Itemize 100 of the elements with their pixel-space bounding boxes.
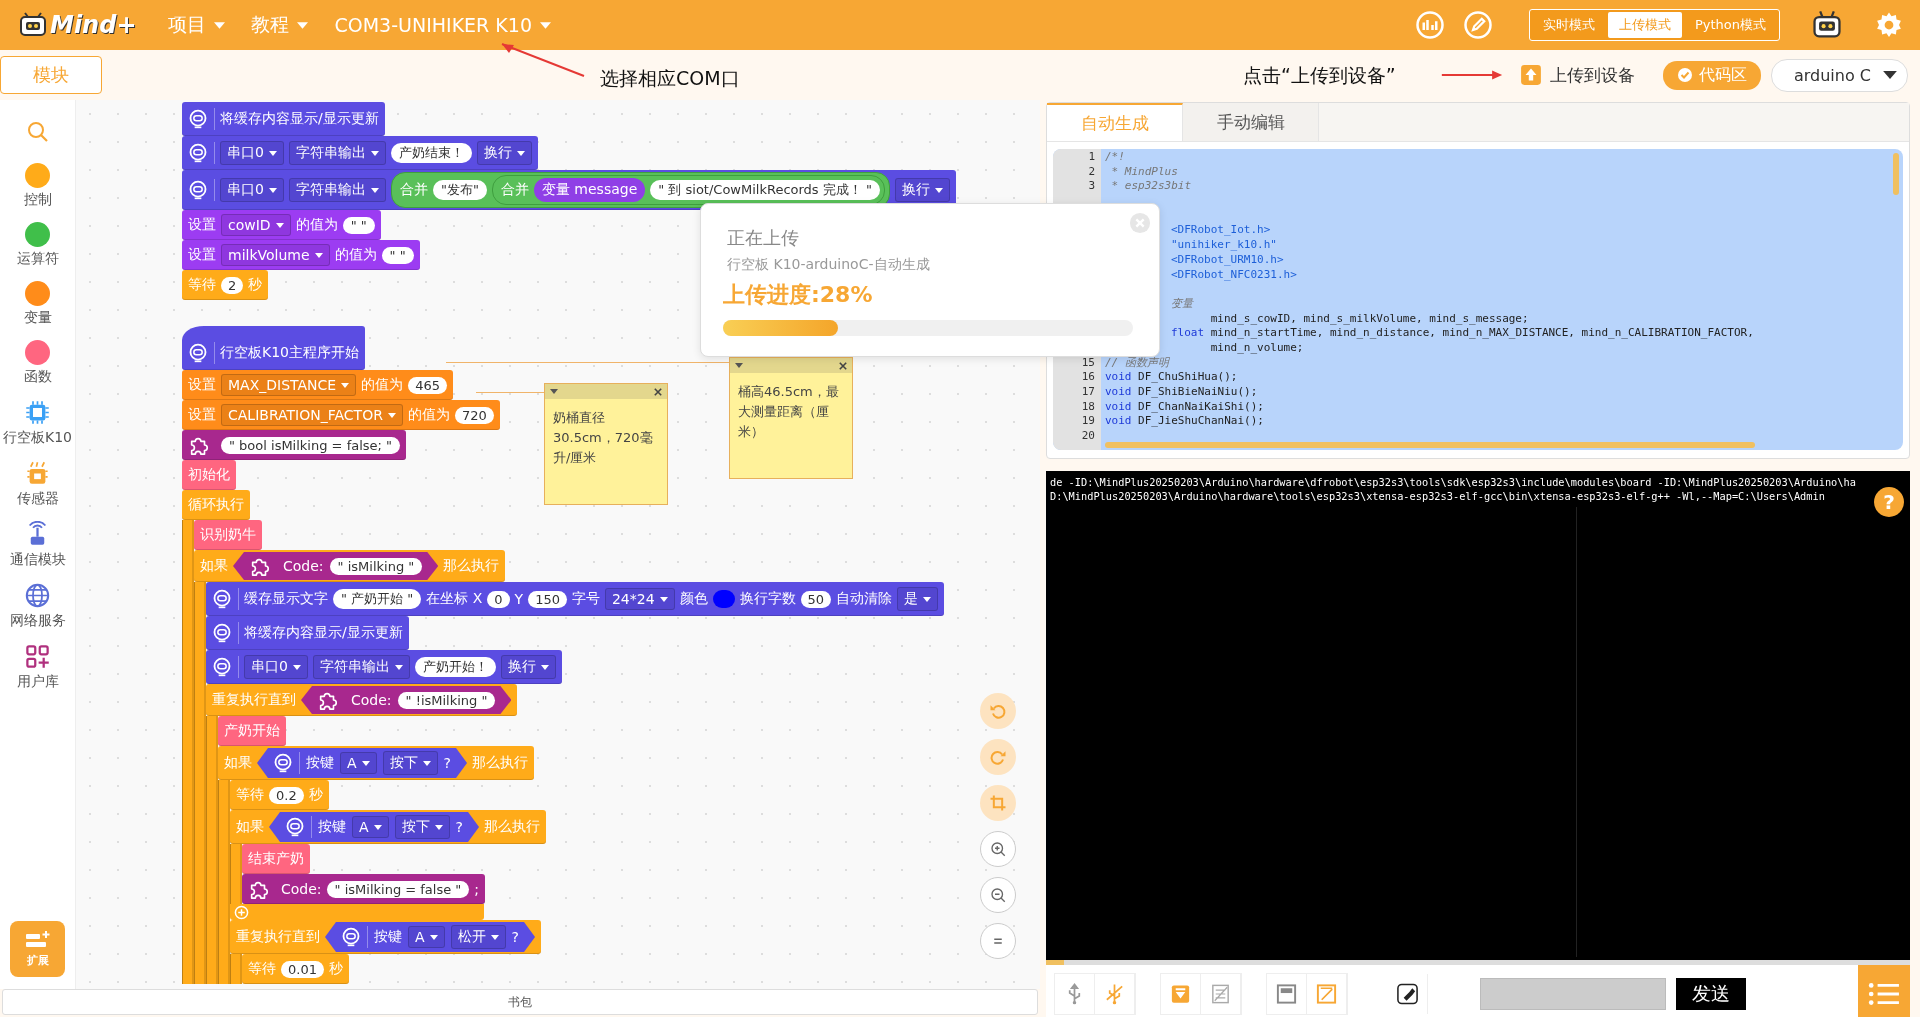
caret-icon[interactable] xyxy=(735,363,743,368)
category-label[interactable]: 通信模块 xyxy=(9,551,66,569)
category-label[interactable]: 运算符 xyxy=(16,250,59,268)
send-button[interactable]: 发送 xyxy=(1676,978,1746,1010)
number-field[interactable]: 2 xyxy=(221,276,244,294)
scrollbar[interactable] xyxy=(1046,960,1910,965)
text-field[interactable]: " !isMilking " xyxy=(397,691,496,709)
caret-icon[interactable] xyxy=(550,389,558,394)
control-block[interactable]: 等待 2 秒 xyxy=(182,270,269,300)
color-swatch[interactable] xyxy=(712,590,735,608)
control-block[interactable]: 如果 Code: " isMilking " 那么执行 xyxy=(194,550,506,582)
chart-icon[interactable] xyxy=(1414,10,1445,40)
send-input-field[interactable] xyxy=(1480,978,1666,1010)
search-icon[interactable] xyxy=(25,120,50,144)
scrollbar[interactable] xyxy=(1105,442,1755,448)
grid-icon[interactable] xyxy=(24,643,51,670)
dropdown[interactable]: 换行 xyxy=(500,655,556,679)
code-block[interactable]: Code: " isMilking = false " ; xyxy=(242,874,486,904)
set-variable-block[interactable]: 设置 milkVolume 的值为 " " xyxy=(182,240,420,270)
category-dot[interactable] xyxy=(25,222,50,247)
undo-icon[interactable] xyxy=(980,693,1016,729)
sticky-note[interactable]: 桶高46.5cm，最大测量距离（厘米） xyxy=(729,357,853,479)
category-dot[interactable] xyxy=(25,281,50,306)
crop-icon[interactable] xyxy=(980,785,1016,821)
set-variable-block[interactable]: 设置 MAX_DISTANCE 的值为 465 xyxy=(182,370,453,400)
dropdown[interactable]: A xyxy=(340,752,377,774)
dropdown[interactable]: 串口0 xyxy=(244,655,308,679)
board-block[interactable]: 串口0 字符串输出 合并 "发布" 合并 变量 message " 到 siot/CowMilkRecords 完成！ " 换行 xyxy=(182,170,956,210)
category-label[interactable]: 传感器 xyxy=(16,490,59,508)
dropdown[interactable]: A xyxy=(352,816,389,838)
text-field[interactable]: " 到 siot/CowMilkRecords 完成！ " xyxy=(650,180,880,200)
code-editor[interactable] xyxy=(1053,149,1903,450)
dropdown[interactable]: 字符串输出 xyxy=(288,141,386,165)
board-block[interactable]: 串口0 字符串输出 产奶结束！ 换行 xyxy=(182,136,538,170)
condition-block[interactable]: 按键 A 松开 ? xyxy=(325,922,535,952)
category-label[interactable]: 变量 xyxy=(23,309,52,327)
dropdown[interactable]: 换行 xyxy=(894,178,950,202)
category-dot[interactable] xyxy=(25,340,50,365)
dropdown[interactable]: 是 xyxy=(897,587,939,611)
control-block[interactable]: 等待 0.2 秒 xyxy=(230,780,329,810)
add-icon[interactable] xyxy=(234,904,249,920)
join-reporter[interactable]: 合并 变量 message " 到 siot/CowMilkRecords 完成！ " xyxy=(491,175,885,205)
control-block[interactable]: 等待 0.01 秒 xyxy=(242,954,349,984)
menu-icon[interactable] xyxy=(1858,965,1910,1017)
text-field[interactable]: 产奶结束！ xyxy=(390,143,472,163)
join-reporter[interactable]: 合并 "发布" 合并 变量 message " 到 siot/CowMilkRecords 完成！ " xyxy=(390,172,890,208)
dropdown[interactable]: 串口0 xyxy=(220,178,284,202)
control-block[interactable]: 重复执行直到 按键 A 松开 ? xyxy=(230,920,541,954)
variable-reporter[interactable]: 变量 message xyxy=(533,178,646,202)
language-dropdown[interactable]: arduino C xyxy=(1770,58,1908,92)
code-tab[interactable]: 手动编辑 xyxy=(1183,103,1319,141)
hat-block[interactable]: 行空板K10主程序开始 xyxy=(182,326,365,370)
dropdown[interactable]: A xyxy=(408,926,445,948)
condition-block[interactable]: 按键 A 按下 ? xyxy=(269,812,479,842)
backpack-bar[interactable]: 书包 xyxy=(2,989,1038,1015)
close-icon[interactable] xyxy=(654,387,662,396)
text-field[interactable]: "发布" xyxy=(432,180,487,200)
condition-block[interactable]: 按键 A 按下 ? xyxy=(257,748,467,778)
dropdown[interactable]: 按下 xyxy=(394,815,450,839)
category-label[interactable]: 控制 xyxy=(23,191,52,209)
sticky-note[interactable]: 奶桶直径30.5cm，720毫升/厘米 xyxy=(544,383,668,505)
chip-icon[interactable] xyxy=(24,460,51,487)
board-block[interactable]: 将缓存内容显示/显示更新 xyxy=(182,102,385,136)
globe-icon[interactable] xyxy=(24,582,51,609)
dropdown[interactable]: 按下 xyxy=(382,751,438,775)
text-field[interactable]: 产奶开始！ xyxy=(414,657,496,677)
condition-block[interactable]: Code: " isMilking " xyxy=(233,552,439,580)
zoom-in-icon[interactable] xyxy=(980,831,1016,867)
control-block[interactable]: 如果 按键 A 按下 ? 那么执行 xyxy=(218,746,534,780)
text-field[interactable]: " " xyxy=(381,246,414,264)
set-variable-block[interactable]: 设置 CALIBRATION_FACTOR 的值为 720 xyxy=(182,400,500,430)
category-label[interactable]: 行空板K10 xyxy=(3,429,72,447)
number-field[interactable]: 465 xyxy=(408,376,447,394)
chip-icon[interactable] xyxy=(24,399,51,426)
board-block[interactable]: 缓存显示文字 " 产奶开始 " 在坐标 X 0 Y 150 字号 24*24 颜色 换行字数 50 自动清除 是 xyxy=(206,582,945,616)
reset-zoom-icon[interactable] xyxy=(980,923,1016,959)
close-icon[interactable] xyxy=(839,361,847,370)
number-field[interactable]: 720 xyxy=(454,406,494,424)
category-label[interactable]: 网络服务 xyxy=(9,612,66,630)
dropdown[interactable]: 字符串输出 xyxy=(288,178,386,202)
text-field[interactable]: " isMilking = false " xyxy=(326,880,470,898)
upload-button[interactable]: 上传到设备 xyxy=(1513,62,1641,88)
category-dot[interactable] xyxy=(25,163,50,188)
text-field[interactable]: " " xyxy=(342,216,375,234)
text-field[interactable]: " bool isMilking = false; " xyxy=(221,436,401,454)
board-block[interactable]: 将缓存内容显示/显示更新 xyxy=(206,616,409,650)
dropdown[interactable]: 松开 xyxy=(450,925,506,949)
redo-icon[interactable] xyxy=(980,739,1016,775)
number-field[interactable]: 50 xyxy=(800,590,832,608)
dropdown[interactable]: milkVolume xyxy=(221,244,330,266)
number-field[interactable]: 0.2 xyxy=(269,786,304,804)
scrollbar[interactable] xyxy=(1893,153,1899,195)
edit-icon[interactable] xyxy=(1462,10,1493,40)
text-field[interactable]: " isMilking " xyxy=(329,557,423,575)
dropdown[interactable]: 串口0 xyxy=(220,141,284,165)
code-block[interactable]: " bool isMilking = false; " xyxy=(182,430,407,460)
control-block[interactable]: 重复执行直到 Code: " !isMilking " xyxy=(206,684,518,716)
control-block[interactable]: 如果 按键 A 按下 ? 那么执行 xyxy=(230,810,546,844)
zoom-out-icon[interactable] xyxy=(980,877,1016,913)
number-field[interactable]: 0.01 xyxy=(281,960,324,978)
